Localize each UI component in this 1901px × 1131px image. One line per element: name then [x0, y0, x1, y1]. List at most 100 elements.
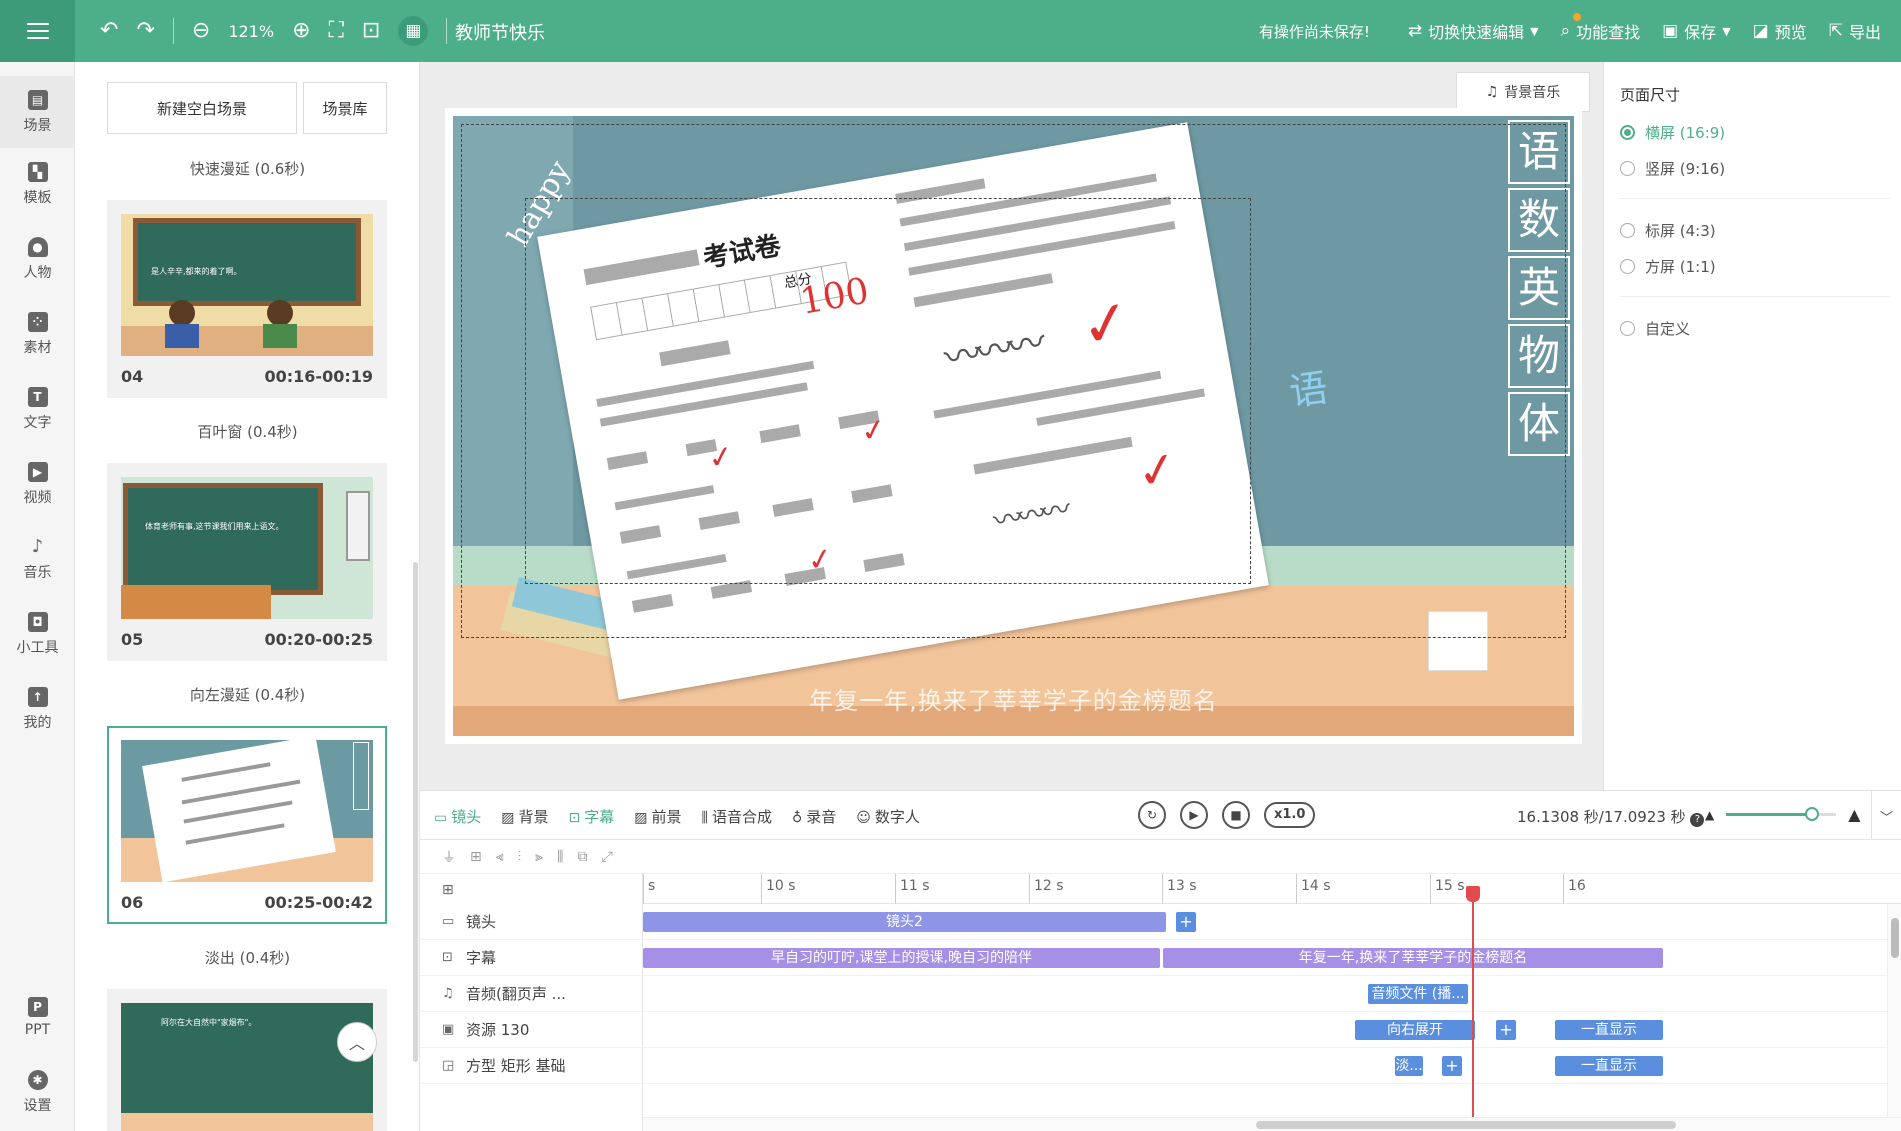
timeline-clip[interactable]: 音频文件 (播...: [1368, 984, 1468, 1004]
sidebar-item-video[interactable]: ▶ 视频: [0, 462, 75, 507]
transition-label[interactable]: 快速漫延 (0.6秒): [75, 158, 419, 179]
chevron-down-icon[interactable]: ▼: [1530, 25, 1538, 38]
stop-button[interactable]: ■: [1222, 801, 1250, 829]
track-label-subtitle[interactable]: ⊡ 字幕: [420, 940, 643, 976]
timeline-clip[interactable]: 镜头2: [643, 912, 1166, 932]
switch-quick-edit-button[interactable]: ⇄ 切换快速编辑 ▼: [1408, 19, 1539, 43]
radio-button[interactable]: [1620, 125, 1635, 140]
layout-icon[interactable]: ⊞: [442, 882, 454, 898]
page-size-option-standard[interactable]: 标屏 (4:3): [1620, 220, 1716, 241]
replay-button[interactable]: ↻: [1138, 801, 1166, 829]
tab-foreground[interactable]: ▨ 前景: [634, 806, 681, 827]
timeline-vertical-scrollbar[interactable]: [1887, 904, 1901, 1117]
align-center-icon[interactable]: ⫶: [518, 849, 522, 865]
distribute-icon[interactable]: ⫼: [557, 849, 563, 865]
sidebar-item-settings[interactable]: ✱ 设置: [0, 1070, 75, 1115]
transition-label[interactable]: 百叶窗 (0.4秒): [75, 421, 419, 442]
timeline-clip[interactable]: 向右展开: [1355, 1020, 1475, 1040]
scene-card[interactable]: 是人辛辛,都来的着了啊。 04 00:16-00:19: [107, 200, 387, 398]
export-button[interactable]: ⇱ 导出: [1829, 19, 1881, 43]
scroll-to-top-button[interactable]: ︿: [337, 1022, 377, 1062]
zoom-out-mountain-icon[interactable]: ▲: [1705, 808, 1714, 822]
scene-card-selected[interactable]: 06 00:25-00:42: [107, 726, 387, 924]
timeline-clip[interactable]: 早自习的叮咛,课堂上的授课,晚自习的陪伴: [643, 948, 1160, 968]
tab-record[interactable]: ♁ 录音: [792, 806, 836, 827]
sidebar-item-material[interactable]: ⁘ 素材: [0, 312, 75, 357]
menu-button[interactable]: [0, 0, 75, 62]
help-icon[interactable]: ?: [1690, 813, 1705, 827]
document-title[interactable]: 教师节快乐: [455, 19, 545, 45]
scene-card[interactable]: 阿尔在大自然中"家烟布"。: [107, 989, 387, 1131]
time-ruler[interactable]: s 10 s 11 s 12 s 13 s 14 s 15 s 16: [643, 874, 1901, 904]
track-label-resource[interactable]: ▣ 资源 130: [420, 1012, 643, 1048]
canvas-subtitle[interactable]: 年复一年,换来了莘莘学子的金榜题名: [453, 681, 1574, 716]
track-label-shape[interactable]: ◲ 方型 矩形 基础: [420, 1048, 643, 1084]
radio-button[interactable]: [1620, 321, 1635, 336]
sidebar-item-mine[interactable]: ↑ 我的: [0, 687, 75, 732]
find-feature-button[interactable]: ⌕ 功能查找: [1561, 13, 1640, 43]
new-blank-scene-button[interactable]: 新建空白场景: [107, 82, 297, 134]
playhead[interactable]: [1472, 892, 1474, 1131]
tab-digital-human[interactable]: ☺ 数字人: [856, 806, 920, 827]
arrange-icon[interactable]: ⧉: [578, 849, 588, 865]
page-size-option-custom[interactable]: 自定义: [1620, 318, 1690, 339]
scene-list-scrollbar[interactable]: [413, 562, 418, 1062]
group-icon[interactable]: ⊞: [470, 849, 482, 865]
timeline-clip[interactable]: 一直显示: [1555, 1056, 1663, 1076]
sidebar-item-ppt[interactable]: P PPT: [0, 997, 75, 1038]
stage-canvas[interactable]: happy 考试卷 总分 100 〰〰〰 ✓ 〰〰〰 ✓ ✓ ✓ ✓ 语 数 英…: [453, 116, 1574, 736]
tab-subtitle[interactable]: ⊡ 字幕: [569, 806, 615, 827]
speed-button[interactable]: x1.0: [1264, 802, 1316, 828]
transition-label[interactable]: 淡出 (0.4秒): [75, 947, 419, 968]
sidebar-item-toolbox[interactable]: ◘ 小工具: [0, 612, 75, 657]
filter-icon[interactable]: ⏚: [442, 847, 456, 867]
transition-label[interactable]: 向左漫延 (0.4秒): [75, 684, 419, 705]
zoom-slider-knob[interactable]: [1805, 807, 1820, 821]
add-clip-button[interactable]: +: [1496, 1020, 1516, 1040]
actual-size-icon[interactable]: ⊡: [362, 20, 380, 42]
undo-icon[interactable]: ↶: [100, 20, 118, 42]
collapse-timeline-button[interactable]: ﹀: [1871, 791, 1901, 841]
timeline-clip[interactable]: 一直显示: [1555, 1020, 1663, 1040]
align-left-icon[interactable]: ⫷: [496, 849, 504, 865]
redo-icon[interactable]: ↷: [136, 20, 154, 42]
timeline-clip[interactable]: 年复一年,换来了莘莘学子的金榜题名: [1163, 948, 1663, 968]
background-music-button[interactable]: ♫ 背景音乐: [1456, 72, 1590, 112]
scene-card[interactable]: 体育老师有事,这节课我们用来上语文。 05 00:20-00:25: [107, 463, 387, 661]
radio-button[interactable]: [1620, 223, 1635, 238]
chevron-down-icon[interactable]: ▼: [1722, 25, 1730, 38]
scrollbar-thumb[interactable]: [1891, 918, 1899, 958]
zoom-in-mountain-icon[interactable]: ▲: [1848, 805, 1860, 824]
page-size-option-square[interactable]: 方屏 (1:1): [1620, 256, 1716, 277]
sidebar-item-person[interactable]: ● 人物: [0, 237, 75, 282]
save-button[interactable]: ▣ 保存 ▼: [1662, 19, 1731, 43]
sidebar-item-text[interactable]: T 文字: [0, 387, 75, 432]
scene-library-button[interactable]: 场景库: [303, 82, 387, 134]
tab-tts[interactable]: ⫼ 语音合成: [702, 806, 772, 827]
play-button[interactable]: ▶: [1180, 801, 1208, 829]
page-size-option-portrait[interactable]: 竖屏 (9:16): [1620, 158, 1725, 179]
scrollbar-thumb[interactable]: [1256, 1121, 1676, 1129]
zoom-slider[interactable]: [1726, 807, 1837, 821]
track-label-camera[interactable]: ▭ 镜头: [420, 904, 643, 940]
tab-background[interactable]: ▨ 背景: [501, 806, 548, 827]
add-clip-button[interactable]: +: [1176, 912, 1196, 932]
preview-button[interactable]: ◪ 预览: [1753, 19, 1807, 43]
tab-camera[interactable]: ▭ 镜头: [434, 806, 481, 827]
zoom-in-icon[interactable]: ⊕: [292, 20, 310, 42]
page-size-option-landscape[interactable]: 横屏 (16:9): [1620, 122, 1725, 143]
grid-icon[interactable]: ▦: [398, 16, 429, 46]
sidebar-item-template[interactable]: ▚ 模板: [0, 162, 75, 207]
sidebar-item-scene[interactable]: ▤ 场景: [0, 76, 75, 148]
add-clip-button[interactable]: +: [1442, 1056, 1462, 1076]
sidebar-item-music[interactable]: ♪ 音乐: [0, 537, 75, 582]
reorder-icon[interactable]: ⤢: [602, 849, 613, 865]
timeline-horizontal-scrollbar[interactable]: [643, 1117, 1901, 1131]
fullscreen-icon[interactable]: ⛶: [329, 20, 344, 42]
track-label-audio[interactable]: ♫ 音频(翻页声 ...: [420, 976, 643, 1012]
align-right-icon[interactable]: ⫸: [535, 849, 543, 865]
zoom-out-icon[interactable]: ⊖: [192, 20, 210, 42]
radio-button[interactable]: [1620, 259, 1635, 274]
radio-button[interactable]: [1620, 161, 1635, 176]
timeline-clip[interactable]: 淡...: [1395, 1056, 1423, 1076]
